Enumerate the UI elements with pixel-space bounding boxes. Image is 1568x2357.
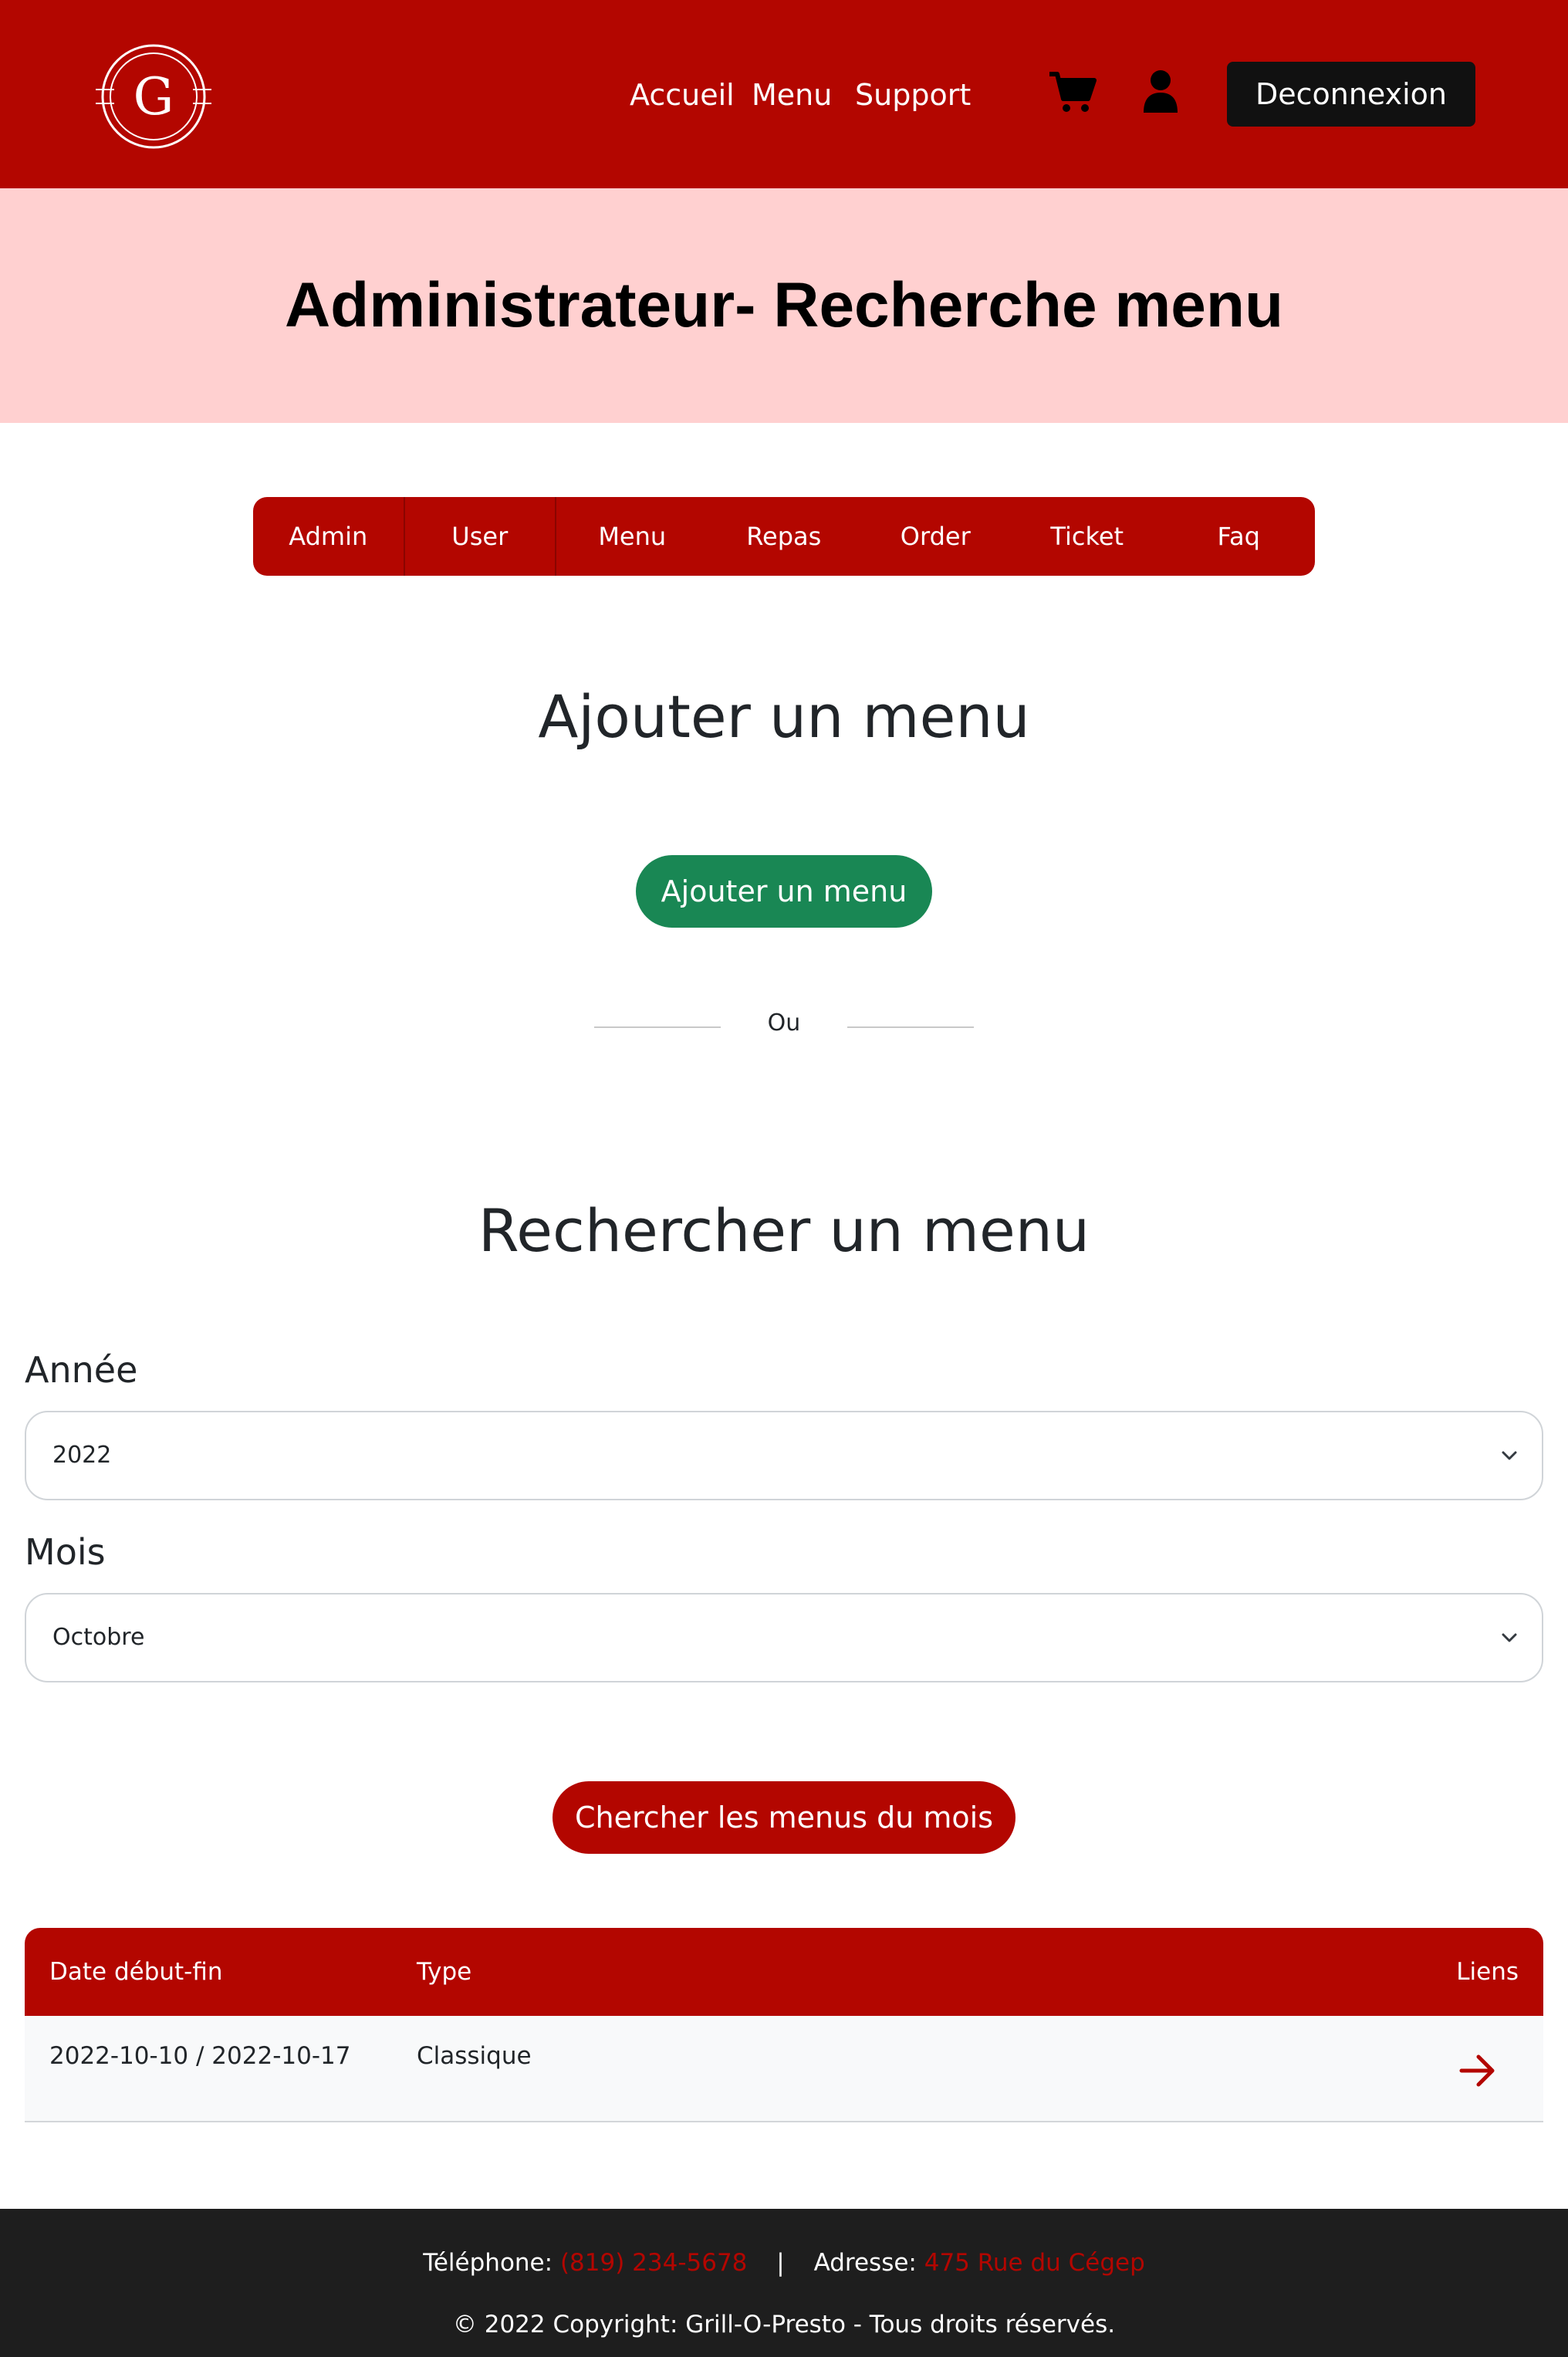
month-select-value: Octobre [52, 1624, 145, 1651]
cell-type: Classique [417, 2042, 532, 2070]
year-select[interactable]: 2022 [25, 1411, 1543, 1500]
top-navbar: G Accueil Menu Support Deconnexion [0, 0, 1568, 188]
column-header-links: Liens [1456, 1958, 1519, 1986]
tab-order[interactable]: Order [860, 497, 1012, 576]
page-title: Administrateur- Recherche menu [284, 270, 1284, 340]
search-menu-heading: Rechercher un menu [478, 1196, 1090, 1265]
chevron-down-icon [1502, 1451, 1517, 1460]
nav-link-menu[interactable]: Menu [752, 76, 832, 114]
address-link[interactable]: 475 Rue du Cégep [924, 2249, 1145, 2277]
footer-separator: | [776, 2249, 785, 2277]
year-select-value: 2022 [52, 1442, 112, 1469]
month-select[interactable]: Octobre [25, 1593, 1543, 1682]
column-header-dates: Date début-fin [49, 1958, 223, 1986]
arrow-right-icon[interactable] [1458, 2053, 1497, 2088]
footer-contact: Téléphone: (819) 234-5678 | Adresse: 475… [0, 2249, 1568, 2277]
phone-label: Téléphone: [423, 2249, 553, 2277]
admin-tabs: Admin User Menu Repas Order Ticket Faq [253, 497, 1315, 576]
month-label: Mois [25, 1531, 106, 1573]
year-label: Année [25, 1349, 138, 1391]
table-row: 2022-10-10 / 2022-10-17 Classique [25, 2016, 1543, 2122]
tab-menu[interactable]: Menu [556, 497, 708, 576]
add-menu-button[interactable]: Ajouter un menu [636, 855, 932, 928]
footer: Téléphone: (819) 234-5678 | Adresse: 475… [0, 2209, 1568, 2357]
user-icon[interactable] [1142, 69, 1179, 113]
logout-button[interactable]: Deconnexion [1227, 62, 1475, 127]
address-label: Adresse: [813, 2249, 917, 2277]
tab-faq[interactable]: Faq [1163, 497, 1315, 576]
tab-repas[interactable]: Repas [708, 497, 860, 576]
chevron-down-icon [1502, 1633, 1517, 1642]
or-separator-text: Ou [767, 1009, 801, 1036]
tab-admin[interactable]: Admin [253, 497, 405, 576]
cart-icon[interactable] [1048, 71, 1097, 114]
copyright-text: © 2022 Copyright: Grill-O-Presto - Tous … [452, 2311, 1116, 2338]
divider-right [847, 1026, 974, 1028]
tab-ticket[interactable]: Ticket [1012, 497, 1164, 576]
page-banner: Administrateur- Recherche menu [0, 188, 1568, 423]
nav-link-support[interactable]: Support [855, 76, 971, 114]
table-header: Date début-fin Type Liens [25, 1928, 1543, 2016]
nav-link-accueil[interactable]: Accueil [630, 76, 735, 114]
phone-link[interactable]: (819) 234-5678 [560, 2249, 747, 2277]
add-menu-heading: Ajouter un menu [538, 682, 1030, 751]
menu-results-table: Date début-fin Type Liens 2022-10-10 / 2… [25, 1928, 1543, 2122]
tab-user[interactable]: User [405, 497, 556, 576]
cell-dates: 2022-10-10 / 2022-10-17 [49, 2042, 351, 2070]
column-header-type: Type [417, 1958, 472, 1986]
logo-letter: G [133, 67, 174, 127]
logo-icon[interactable]: G [96, 39, 211, 154]
search-menus-button[interactable]: Chercher les menus du mois [553, 1781, 1015, 1854]
